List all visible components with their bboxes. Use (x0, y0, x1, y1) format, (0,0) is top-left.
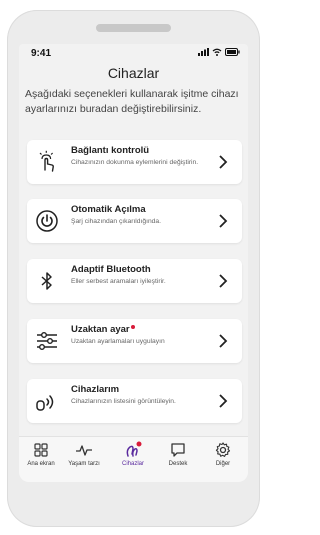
card-title: Uzaktan ayar (71, 324, 130, 335)
chevron-right-icon (219, 274, 228, 288)
wifi-icon (212, 48, 222, 56)
tab-home[interactable]: Ana ekran (19, 441, 63, 467)
sliders-icon (37, 332, 57, 350)
page-description: Aşağıdaki seçenekleri kullanarak işitme … (25, 88, 239, 115)
status-time: 9:41 (31, 48, 52, 59)
card-subtitle: Cihazınızın dokunma eylemlerini değiştir… (71, 159, 199, 166)
grid-icon (34, 443, 48, 457)
gear-icon (215, 442, 231, 457)
chevron-right-icon (219, 334, 228, 348)
card-title-with-badge: Uzaktan ayar (71, 324, 135, 335)
chat-icon (171, 443, 185, 457)
card-connection-control[interactable]: Bağlantı kontrolü Cihazınızın dokunma ey… (27, 140, 242, 184)
battery-icon (225, 48, 240, 56)
tap-gesture-icon (39, 150, 54, 172)
tab-devices[interactable]: Cihazlar (111, 441, 155, 467)
app-screen: 9:41 Cihazlar Aşağıdaki seçenekleri kull… (19, 44, 248, 482)
activity-icon (76, 445, 92, 456)
hearing-aids-icon (126, 441, 142, 457)
card-title: Cihazlarım (71, 384, 120, 395)
power-icon (36, 210, 58, 232)
hearing-aid-icon (36, 395, 54, 411)
page-title: Cihazlar (107, 65, 160, 81)
tab-label: Destek (168, 461, 188, 467)
chevron-right-icon (219, 214, 228, 228)
chevron-right-icon (219, 394, 228, 408)
tab-label: Yaşam tarzı (68, 461, 100, 467)
tab-label: Cihazlar (121, 461, 144, 467)
card-title: Adaptif Bluetooth (71, 264, 151, 275)
tab-lifestyle[interactable]: Yaşam tarzı (62, 441, 106, 467)
card-title: Bağlantı kontrolü (71, 145, 150, 156)
status-icons (198, 48, 240, 56)
tab-other[interactable]: Diğer (201, 441, 245, 467)
speaker-notch (96, 24, 171, 32)
card-subtitle: Eller serbest aramaları iyileştirir. (71, 278, 166, 285)
tab-label: Diğer (215, 461, 231, 467)
card-remote-adjustment[interactable]: Uzaktan ayar Uzaktan ayarlamaları uygula… (27, 319, 242, 363)
bluetooth-icon (41, 272, 52, 290)
card-subtitle: Uzaktan ayarlamaları uygulayın (71, 338, 165, 345)
signal-icon (198, 48, 209, 56)
notification-badge (130, 325, 135, 329)
tab-support[interactable]: Destek (156, 441, 200, 467)
card-subtitle: Şarj cihazından çıkarıldığında. (71, 218, 161, 225)
card-subtitle: Cihazlarınızın listesini görüntüleyin. (71, 398, 176, 405)
card-auto-on[interactable]: Otomatik Açılma Şarj cihazından çıkarıld… (27, 199, 242, 243)
chevron-right-icon (219, 155, 228, 169)
status-bar: 9:41 (19, 44, 248, 64)
tab-label: Ana ekran (27, 461, 55, 467)
card-my-devices[interactable]: Cihazlarım Cihazlarınızın listesini görü… (27, 379, 242, 423)
card-title: Otomatik Açılma (71, 204, 146, 215)
bottom-tab-bar: Ana ekran Yaşam tarzı Cihazlar Destek Di… (19, 436, 248, 482)
card-adaptive-bluetooth[interactable]: Adaptif Bluetooth Eller serbest aramalar… (27, 259, 242, 303)
